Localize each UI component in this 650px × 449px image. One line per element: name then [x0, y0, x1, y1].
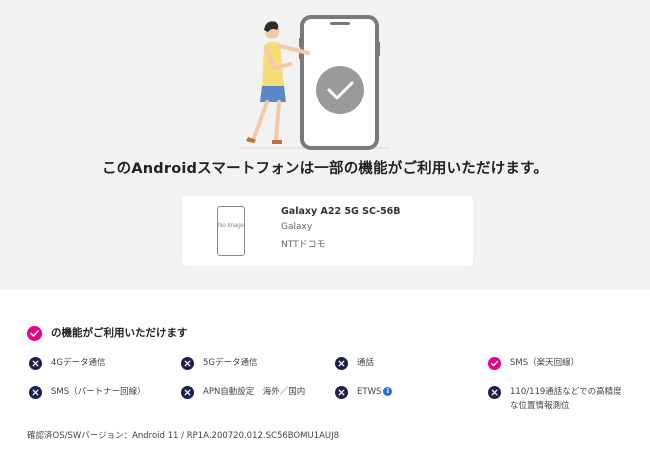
feature-label: 5Gデータ通信 [203, 358, 258, 368]
feature-label: 通話 [357, 358, 375, 368]
feature-label: APN自動設定 海外／国内 [203, 387, 306, 397]
cross-icon [335, 357, 348, 370]
device-name: Galaxy A22 5G SC-56B [281, 206, 401, 217]
cross-icon [181, 386, 194, 399]
device-thumbnail: No Image [217, 206, 245, 256]
check-icon [27, 326, 42, 341]
feature-label: SMS（パートナー回線） [51, 387, 146, 397]
verified-os-version: 確認済OS/SWバージョン：Android 11 / RP1A.200720.0… [27, 431, 340, 441]
feature-label: ETWS [357, 387, 382, 397]
device-carrier: NTTドコモ [281, 240, 326, 250]
check-icon [488, 357, 501, 370]
device-brand: Galaxy [281, 222, 313, 232]
feature-label-etws: ETWS i [357, 386, 393, 399]
feature-label: 110/119通話などでの高精度な位置情報測位 [510, 387, 622, 411]
cross-icon [488, 386, 501, 399]
features-title: の機能がご利用いただけます [51, 327, 188, 339]
feature-label: SMS（楽天回線） [510, 358, 580, 368]
cross-icon [29, 386, 42, 399]
info-icon[interactable]: i [383, 387, 393, 396]
page-headline: このAndroidスマートフォンは一部の機能がご利用いただけます。 [101, 161, 549, 177]
cross-icon [181, 357, 194, 370]
cross-icon [335, 386, 348, 399]
cross-icon [29, 357, 42, 370]
device-card: No Image Galaxy A22 5G SC-56B Galaxy NTT… [182, 196, 473, 266]
feature-label: 4Gデータ通信 [51, 358, 106, 368]
no-image-label: No Image [218, 223, 245, 229]
compatibility-hero: このAndroidスマートフォンは一部の機能がご利用いただけます。 No Ima… [0, 0, 650, 290]
phone-check-illustration [240, 15, 390, 150]
